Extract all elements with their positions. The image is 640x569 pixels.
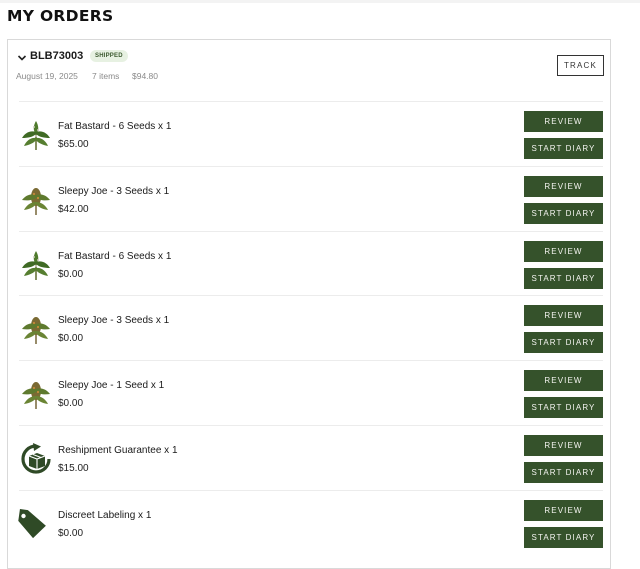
item-price: $0.00 bbox=[58, 268, 84, 280]
order-item-row: Sleepy Joe - 3 Seeds x 1 $42.00 REVIEW S… bbox=[19, 165, 603, 231]
order-total: $94.80 bbox=[132, 71, 158, 81]
item-price: $0.00 bbox=[58, 333, 84, 345]
start-diary-button[interactable]: START DIARY bbox=[524, 267, 603, 289]
order-item-row: Discreet Labeling x 1 $0.00 REVIEW START… bbox=[18, 489, 603, 555]
status-badge: SHIPPED bbox=[90, 50, 128, 62]
review-button[interactable]: REVIEW bbox=[524, 240, 603, 262]
review-button[interactable]: REVIEW bbox=[524, 111, 603, 132]
order-id: BLB73003 bbox=[30, 50, 84, 62]
start-diary-button[interactable]: START DIARY bbox=[524, 526, 603, 548]
item-price: $0.00 bbox=[58, 398, 84, 410]
item-name: Sleepy Joe - 3 Seeds x 1 bbox=[58, 185, 170, 197]
start-diary-button[interactable]: START DIARY bbox=[524, 332, 603, 354]
review-button[interactable]: REVIEW bbox=[524, 370, 603, 392]
order-item-count: 7 items bbox=[92, 71, 120, 81]
item-price: $15.00 bbox=[58, 462, 89, 474]
review-button[interactable]: REVIEW bbox=[524, 175, 603, 197]
item-name: Fat Bastard - 6 Seeds x 1 bbox=[58, 121, 172, 132]
track-button[interactable]: TRACK bbox=[557, 55, 604, 76]
start-diary-button[interactable]: START DIARY bbox=[524, 397, 603, 419]
start-diary-button[interactable]: START DIARY bbox=[524, 461, 603, 483]
item-name: Fat Bastard - 6 Seeds x 1 bbox=[58, 250, 172, 262]
chevron-down-icon[interactable] bbox=[17, 53, 27, 63]
cannabis-bud-icon bbox=[22, 187, 50, 215]
review-button[interactable]: REVIEW bbox=[524, 499, 603, 521]
top-divider bbox=[0, 0, 640, 3]
item-price: $42.00 bbox=[58, 203, 89, 215]
order-item-row: Fat Bastard - 6 Seeds x 1 $65.00 REVIEW … bbox=[19, 101, 603, 166]
cannabis-plant-icon bbox=[22, 250, 50, 280]
review-button[interactable]: REVIEW bbox=[524, 305, 603, 327]
cannabis-bud-icon bbox=[22, 382, 50, 410]
review-button[interactable]: REVIEW bbox=[524, 434, 603, 456]
item-name: Discreet Labeling x 1 bbox=[58, 509, 152, 521]
page-title: MY ORDERS bbox=[7, 7, 114, 25]
order-card: BLB73003 SHIPPED August 19, 2025 7 items… bbox=[7, 39, 611, 569]
order-item-row: Sleepy Joe - 3 Seeds x 1 $0.00 REVIEW ST… bbox=[19, 295, 603, 360]
item-name: Sleepy Joe - 3 Seeds x 1 bbox=[58, 315, 170, 327]
reshipment-box-icon bbox=[21, 442, 51, 474]
item-name: Sleepy Joe - 1 Seed x 1 bbox=[58, 380, 165, 392]
order-date: August 19, 2025 bbox=[16, 71, 78, 81]
order-item-row: Reshipment Guarantee x 1 $15.00 REVIEW S… bbox=[19, 424, 603, 490]
order-item-row: Fat Bastard - 6 Seeds x 1 $0.00 REVIEW S… bbox=[19, 230, 603, 296]
cannabis-bud-icon bbox=[22, 317, 50, 345]
order-header[interactable]: BLB73003 SHIPPED August 19, 2025 7 items… bbox=[8, 40, 610, 100]
item-price: $0.00 bbox=[58, 527, 84, 539]
tag-icon bbox=[18, 508, 46, 538]
start-diary-button[interactable]: START DIARY bbox=[524, 138, 603, 159]
item-name: Reshipment Guarantee x 1 bbox=[58, 444, 178, 456]
order-items-list: Fat Bastard - 6 Seeds x 1 $65.00 REVIEW … bbox=[18, 101, 603, 555]
item-price: $65.00 bbox=[58, 139, 89, 150]
start-diary-button[interactable]: START DIARY bbox=[524, 202, 603, 224]
order-item-row: Sleepy Joe - 1 Seed x 1 $0.00 REVIEW STA… bbox=[19, 360, 603, 425]
cannabis-plant-icon bbox=[22, 121, 50, 150]
